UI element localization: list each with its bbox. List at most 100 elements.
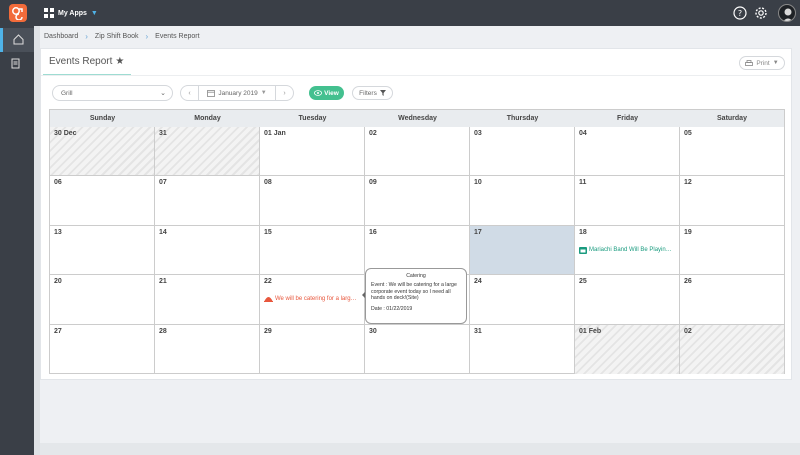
nav-home[interactable] (0, 28, 34, 52)
day-number: 27 (54, 327, 62, 335)
my-apps-menu[interactable]: My Apps ▼ (44, 5, 98, 21)
home-icon (13, 34, 24, 45)
day-cell-jan-14[interactable]: 14 (155, 225, 260, 276)
nav-documents[interactable] (0, 52, 34, 76)
day-cell-dec-31[interactable]: 31 (155, 127, 260, 177)
day-cell-jan-31[interactable]: 31 (470, 324, 575, 374)
day-cell-jan-15[interactable]: 15 (260, 225, 365, 276)
day-number: 28 (159, 327, 167, 335)
day-cell-jan-10[interactable]: 10 (470, 176, 575, 226)
day-number: 01 Jan (264, 130, 286, 137)
day-cell-jan-29[interactable]: 29 (260, 324, 365, 374)
day-number: 21 (159, 278, 167, 286)
calendar-icon (207, 90, 216, 97)
day-cell-jan-11[interactable]: 11 (575, 176, 680, 226)
day-number: 29 (264, 327, 272, 335)
event-tooltip: Catering Event : We will be catering for… (365, 268, 467, 324)
day-number: 13 (54, 228, 62, 236)
day-cell-dec-30[interactable]: 30 Dec (50, 127, 155, 177)
day-cell-jan-08[interactable]: 08 (260, 176, 365, 226)
day-number: 31 (474, 327, 482, 335)
catering-cloche-icon (264, 297, 273, 303)
location-select-value: Grill (61, 89, 73, 97)
day-cell-jan-04[interactable]: 04 (575, 127, 680, 177)
day-cell-jan-27[interactable]: 27 (50, 324, 155, 374)
day-number: 19 (684, 228, 692, 236)
event-catering[interactable]: We will be catering for a larg… (264, 295, 357, 303)
event-mariachi-band[interactable]: Mariachi Band Will Be Playin… (579, 246, 672, 254)
day-cell-jan-30[interactable]: 30 (365, 324, 470, 374)
gear-icon[interactable] (754, 6, 768, 20)
month-picker[interactable]: January 2019 ▼ (199, 89, 275, 97)
print-button[interactable]: Print ▼ (739, 56, 785, 70)
tooltip-date: Date : 01/22/2019 (371, 305, 413, 312)
page-title-text: Events Report (49, 56, 113, 67)
weekday-thursday: Thursday (506, 115, 539, 122)
view-button[interactable]: View (309, 86, 344, 100)
day-cell-jan-06[interactable]: 06 (50, 176, 155, 226)
breadcrumb-zip-shift-book[interactable]: Zip Shift Book (95, 33, 139, 40)
day-number: 16 (369, 228, 377, 236)
day-number: 30 (369, 327, 377, 335)
weekday-tuesday: Tuesday (298, 115, 327, 122)
filter-icon (379, 90, 386, 96)
day-cell-jan-03[interactable]: 03 (470, 127, 575, 177)
prev-month-button[interactable]: ‹ (181, 90, 198, 97)
breadcrumb: Dashboard › Zip Shift Book › Events Repo… (44, 30, 200, 42)
day-number: 05 (684, 130, 692, 137)
day-number: 04 (579, 130, 587, 137)
weekday-wednesday: Wednesday (398, 115, 437, 122)
printer-icon (745, 59, 754, 66)
day-number: 24 (474, 278, 482, 286)
help-icon[interactable]: ? (733, 6, 747, 20)
location-select[interactable]: Grill ⌄ (52, 85, 173, 101)
day-cell-jan-19[interactable]: 19 (680, 226, 784, 276)
chevron-down-icon: ▼ (260, 90, 267, 96)
breadcrumb-events-report: Events Report (155, 32, 200, 40)
apps-grid-icon (44, 8, 54, 18)
weekday-friday: Friday (616, 115, 638, 122)
day-cell-jan-25[interactable]: 25 (575, 275, 680, 325)
next-month-button[interactable]: › (276, 90, 293, 97)
svg-text:?: ? (738, 9, 742, 18)
page-title: Events Report ★ (49, 56, 124, 67)
day-cell-jan-01[interactable]: 01 Jan (260, 127, 365, 177)
day-number: 02 (369, 130, 377, 137)
avatar[interactable] (778, 4, 796, 22)
filters-label: Filters (359, 89, 377, 97)
day-cell-jan-18[interactable]: 18 Mariachi Band Will Be Playin… (575, 225, 680, 276)
day-number: 11 (579, 179, 587, 187)
day-number: 03 (474, 130, 482, 137)
app-logo-icon[interactable] (9, 4, 27, 22)
day-cell-jan-13[interactable]: 13 (50, 225, 155, 276)
day-cell-jan-20[interactable]: 20 (50, 275, 155, 325)
day-number: 07 (159, 179, 167, 187)
day-cell-jan-05[interactable]: 05 (680, 127, 784, 177)
day-cell-jan-17-today[interactable]: 17 (470, 225, 575, 276)
eye-icon (314, 90, 323, 96)
filters-button[interactable]: Filters (352, 86, 393, 100)
star-icon[interactable]: ★ (115, 56, 124, 67)
chevron-right-icon: › (145, 31, 149, 41)
footer-strip (40, 443, 800, 455)
day-number: 02 (684, 327, 692, 335)
day-cell-jan-26[interactable]: 26 (680, 275, 784, 325)
day-cell-jan-07[interactable]: 07 (155, 176, 260, 226)
day-number: 01 Feb (579, 327, 602, 335)
documents-icon (11, 58, 20, 69)
day-cell-jan-28[interactable]: 28 (155, 324, 260, 374)
day-number: 30 Dec (54, 130, 77, 137)
day-cell-jan-24[interactable]: 24 (470, 275, 575, 325)
chevron-down-icon: ⌄ (160, 90, 166, 97)
day-cell-jan-21[interactable]: 21 (155, 275, 260, 325)
chevron-down-icon: ▼ (90, 9, 98, 17)
month-label: January 2019 (218, 89, 258, 97)
day-cell-jan-22[interactable]: 22 We will be catering for a larg… (260, 275, 365, 325)
day-cell-jan-09[interactable]: 09 (365, 176, 470, 226)
day-cell-jan-12[interactable]: 12 (680, 176, 784, 226)
day-cell-feb-01[interactable]: 01 Feb (575, 324, 680, 374)
breadcrumb-dashboard[interactable]: Dashboard (44, 33, 78, 40)
day-number: 22 (264, 278, 272, 286)
day-cell-jan-02[interactable]: 02 (365, 127, 470, 177)
day-cell-feb-02[interactable]: 02 (680, 324, 784, 374)
